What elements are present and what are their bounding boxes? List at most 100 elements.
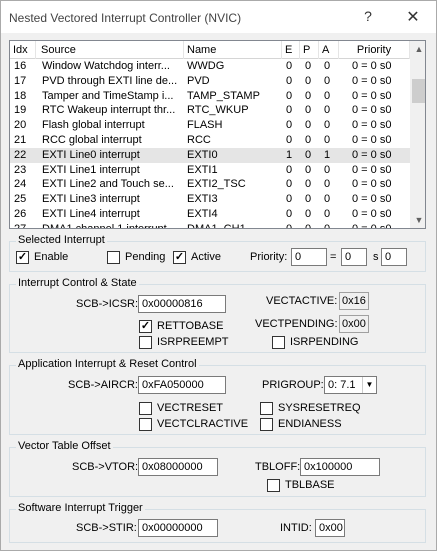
prigroup-label: PRIGROUP:: [262, 379, 324, 391]
table-row[interactable]: 27 DMA1 channel 1 interrupt DMA1_CH1 0 0 0 0 =…: [10, 222, 410, 229]
table-cell-source: RTC Wakeup interrupt thr...: [42, 104, 176, 117]
intid-input[interactable]: 0x00: [315, 519, 345, 537]
vectreset-label: VECTRESET: [157, 402, 224, 414]
table-cell-idx: 25: [14, 193, 27, 206]
table-cell-e: 0: [285, 222, 293, 229]
table-cell-idx: 23: [14, 163, 27, 176]
vtor-group-label: Vector Table Offset: [16, 440, 113, 452]
scroll-down-icon[interactable]: ▼: [411, 212, 425, 228]
table-cell-a: 0: [323, 178, 331, 191]
column-header-p[interactable]: P: [300, 41, 319, 59]
table-cell-idx: 26: [14, 207, 27, 220]
table-cell-idx: 19: [14, 104, 27, 117]
pending-label: Pending: [125, 251, 166, 263]
table-row[interactable]: 23 EXTI Line1 interrupt EXTI1 0 0 0 0 = 0 s0: [10, 163, 410, 178]
column-header-priority[interactable]: Priority: [339, 41, 410, 59]
icsr-group: Interrupt Control & State SCB->ICSR: 0x0…: [9, 277, 426, 353]
help-button[interactable]: ?: [361, 8, 375, 24]
table-cell-name: EXTI1: [187, 163, 218, 176]
table-cell-source: Flash global interrupt: [42, 119, 145, 132]
close-button[interactable]: ✕: [405, 7, 421, 27]
aircr-register-label: SCB->AIRCR:: [68, 379, 138, 391]
selected-interrupt-label: Selected Interrupt: [16, 234, 107, 246]
table-cell-idx: 16: [14, 60, 27, 72]
table-row[interactable]: 17 PVD through EXTI line de... PVD 0 0 0 0 = 0…: [10, 74, 410, 89]
column-header-idx[interactable]: Idx: [10, 41, 36, 59]
stir-group-label: Software Interrupt Trigger: [16, 502, 145, 514]
prigroup-value: 0: 7.1: [328, 379, 356, 391]
pending-checkbox[interactable]: [107, 251, 120, 264]
table-row[interactable]: 21 RCC global interrupt RCC 0 0 0 0 = 0 s0: [10, 133, 410, 148]
table-row[interactable]: 24 EXTI Line2 and Touch se... EXTI2_TSC 0 0 0…: [10, 177, 410, 192]
table-cell-source: EXTI Line2 and Touch se...: [42, 178, 174, 191]
table-cell-e: 0: [285, 104, 293, 117]
column-header-source[interactable]: Source: [38, 41, 184, 59]
intid-label: INTID:: [280, 522, 312, 534]
column-header-a[interactable]: A: [319, 41, 339, 59]
endianess-checkbox: [260, 418, 273, 431]
endianess-label: ENDIANESS: [278, 418, 342, 430]
table-row[interactable]: 25 EXTI Line3 interrupt EXTI3 0 0 0 0 = 0 s0: [10, 192, 410, 207]
tbloff-input[interactable]: 0x100000: [300, 458, 380, 476]
vectactive-label: VECTACTIVE:: [266, 295, 338, 307]
table-cell-idx: 20: [14, 119, 27, 132]
active-label: Active: [191, 251, 221, 263]
table-cell-e: 0: [285, 193, 293, 206]
table-row[interactable]: 26 EXTI Line4 interrupt EXTI4 0 0 0 0 = 0 s0: [10, 207, 410, 222]
table-cell-p: 0: [304, 74, 312, 87]
sub-priority-input[interactable]: 0: [381, 248, 407, 266]
interrupt-list[interactable]: Idx Source Name E P A Priority 16 Window …: [9, 40, 426, 229]
group-priority-input[interactable]: 0: [341, 248, 367, 266]
rettobase-checkbox[interactable]: ✓: [139, 320, 152, 333]
table-cell-source: EXTI Line0 interrupt: [42, 148, 140, 161]
table-row[interactable]: 19 RTC Wakeup interrupt thr... RTC_WKUP 0 0 0…: [10, 103, 410, 118]
aircr-register-input[interactable]: 0xFA050000: [138, 376, 226, 394]
prigroup-select[interactable]: 0: 7.1 ▼: [324, 376, 377, 394]
table-cell-e: 0: [285, 163, 293, 176]
tblbase-checkbox[interactable]: [267, 479, 280, 492]
priority-label: Priority:: [250, 251, 288, 263]
column-header-name[interactable]: Name: [184, 41, 282, 59]
table-row[interactable]: 16 Window Watchdog interr... WWDG 0 0 0 0 = 0 …: [10, 59, 410, 74]
vtor-register-input[interactable]: 0x08000000: [138, 458, 218, 476]
column-header-e[interactable]: E: [282, 41, 300, 59]
table-cell-source: EXTI Line1 interrupt: [42, 163, 140, 176]
table-cell-priority: 0 = 0 s0: [352, 133, 392, 146]
priority-input[interactable]: 0: [291, 248, 327, 266]
vtor-register-label: SCB->VTOR:: [72, 461, 139, 473]
table-cell-p: 0: [304, 119, 312, 132]
table-row[interactable]: 20 Flash global interrupt FLASH 0 0 0 0 = 0 s0: [10, 118, 410, 133]
table-cell-a: 0: [323, 119, 331, 132]
rettobase-label: RETTOBASE: [157, 320, 224, 332]
isrpreempt-label: ISRPREEMPT: [157, 336, 229, 348]
table-cell-a: 1: [323, 148, 331, 161]
table-cell-e: 0: [285, 178, 293, 191]
vectpending-value: 0x00: [339, 315, 369, 333]
table-cell-priority: 0 = 0 s0: [352, 207, 392, 220]
table-cell-source: PVD through EXTI line de...: [42, 74, 178, 87]
table-row[interactable]: 18 Tamper and TimeStamp i... TAMP_STAMP 0 0 0…: [10, 89, 410, 104]
active-checkbox[interactable]: ✓: [173, 251, 186, 264]
vectactive-value: 0x16: [339, 292, 369, 310]
table-cell-idx: 27: [14, 222, 27, 229]
aircr-group-label: Application Interrupt & Reset Control: [16, 358, 199, 370]
enable-checkbox[interactable]: ✓: [16, 251, 29, 264]
sysresetreq-checkbox[interactable]: [260, 402, 273, 415]
list-scrollbar[interactable]: ▲ ▼: [410, 41, 425, 228]
icsr-register-input[interactable]: 0x00000816: [138, 295, 226, 313]
table-cell-name: FLASH: [187, 119, 223, 132]
table-cell-p: 0: [304, 60, 312, 72]
table-cell-source: DMA1 channel 1 interrupt: [42, 222, 167, 229]
table-cell-a: 0: [323, 89, 331, 102]
table-cell-source: RCC global interrupt: [42, 133, 142, 146]
chevron-down-icon[interactable]: ▼: [362, 377, 376, 393]
equals-label: =: [330, 251, 337, 263]
stir-register-input[interactable]: 0x00000000: [138, 519, 218, 537]
table-cell-name: EXTI0: [187, 148, 218, 161]
scroll-thumb[interactable]: [412, 79, 425, 103]
table-row[interactable]: 22 EXTI Line0 interrupt EXTI0 1 0 1 0 = 0 s0: [10, 147, 410, 163]
table-cell-p: 0: [304, 89, 312, 102]
table-cell-a: 0: [323, 74, 331, 87]
table-cell-a: 0: [323, 222, 331, 229]
scroll-up-icon[interactable]: ▲: [411, 41, 425, 57]
